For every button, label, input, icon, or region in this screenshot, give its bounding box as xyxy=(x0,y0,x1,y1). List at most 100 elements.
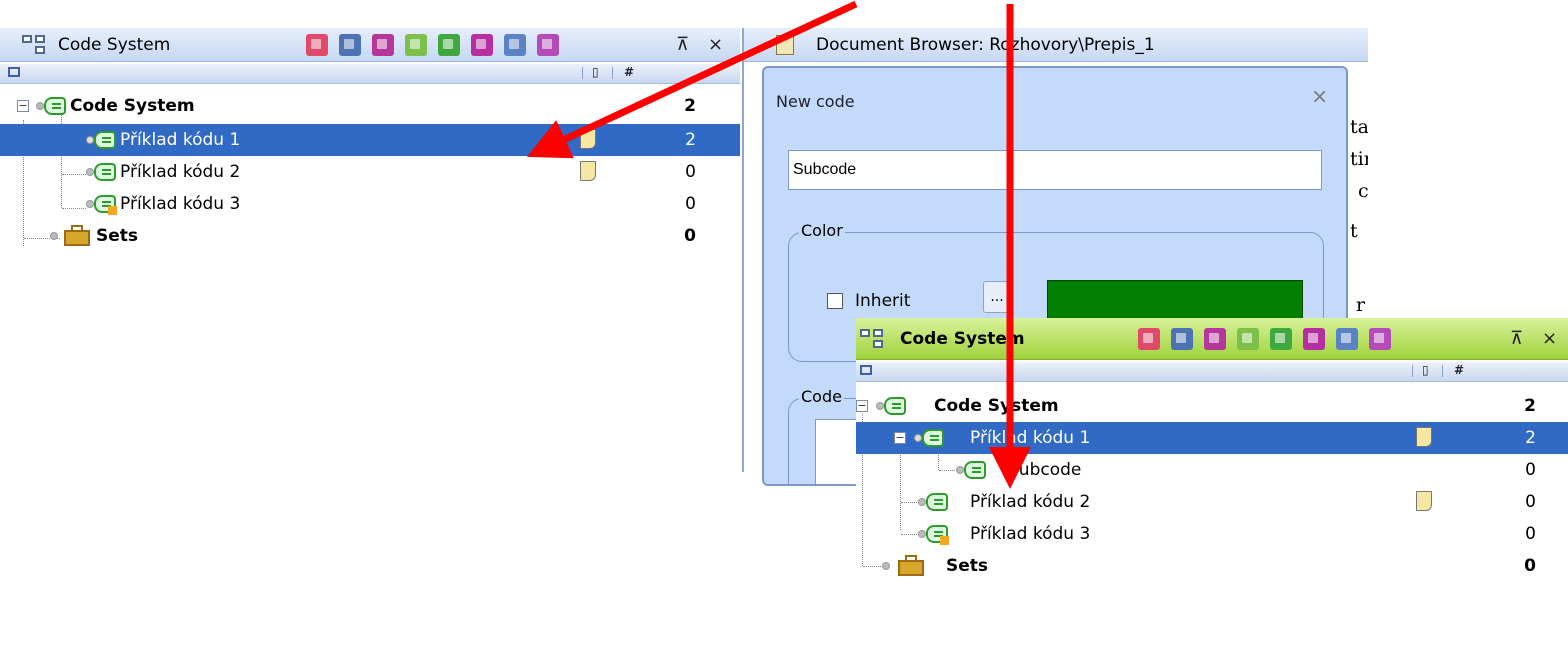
tree-row-code-1[interactable]: Příklad kódu 1 2 xyxy=(0,124,740,156)
code-system-panel-after: Code System ⊼ × ▯ # − Code System 2 − Př… xyxy=(856,318,1568,590)
sets-connector-icon xyxy=(50,225,60,247)
browse-color-button[interactable]: ... xyxy=(983,281,1011,313)
tree-row-label: Příklad kódu 1 xyxy=(120,130,241,150)
code-group-label: Code xyxy=(799,387,844,406)
memo-column-header[interactable]: ▯ xyxy=(592,65,599,79)
inherit-checkbox[interactable] xyxy=(827,293,843,309)
tree-row-count: 0 xyxy=(685,162,696,182)
tree-row-code-2[interactable]: Příklad kódu 2 0 xyxy=(0,156,740,188)
tree-row-sets[interactable]: Sets 0 xyxy=(856,550,1568,582)
tree-row-code-3[interactable]: Příklad kódu 3 0 xyxy=(856,518,1568,550)
pin-button[interactable]: ⊼ xyxy=(676,28,689,61)
tree-row-count: 2 xyxy=(1525,428,1536,448)
tree-row-sets[interactable]: Sets 0 xyxy=(0,220,740,252)
code-system-node-icon xyxy=(36,95,66,117)
column-separator xyxy=(1442,365,1443,377)
filter-icon[interactable] xyxy=(471,33,493,56)
code-node-icon xyxy=(918,523,949,545)
tree-row-code-2[interactable]: Příklad kódu 2 0 xyxy=(856,486,1568,518)
memo-icon[interactable] xyxy=(1416,427,1432,447)
collapse-toggle[interactable]: − xyxy=(17,100,29,112)
color-swatch[interactable] xyxy=(1047,280,1303,320)
code-frequency-icon[interactable] xyxy=(1270,327,1292,350)
count-column-header[interactable]: # xyxy=(1454,363,1464,377)
document-text: t xyxy=(1350,220,1358,242)
import-icon[interactable] xyxy=(372,33,394,56)
code-node-icon xyxy=(956,459,986,481)
tree-row-label: Sets xyxy=(946,556,989,576)
memo-column-header[interactable]: ▯ xyxy=(1422,363,1429,377)
tree-row-label: Příklad kódu 2 xyxy=(120,162,241,182)
tree-row-count: 0 xyxy=(685,194,696,214)
activate-all-icon[interactable] xyxy=(1138,327,1160,350)
tree-row-count: 0 xyxy=(1525,460,1536,480)
dialog-title: New code xyxy=(776,92,855,111)
memo-icon[interactable] xyxy=(580,129,596,149)
document-icon xyxy=(776,34,794,55)
tree-row-count: 0 xyxy=(1525,524,1536,544)
tree-row-label: Příklad kódu 3 xyxy=(120,194,241,214)
pin-button[interactable]: ⊼ xyxy=(1510,318,1523,359)
sets-icon xyxy=(898,554,926,578)
code-system-node-icon xyxy=(876,395,906,417)
search-icon[interactable] xyxy=(1369,327,1391,350)
filter-icon[interactable] xyxy=(1303,327,1325,350)
collapse-toggle[interactable]: − xyxy=(856,400,868,412)
tree-row-code-system[interactable]: − Code System 2 xyxy=(0,90,740,122)
tree-row-count: 0 xyxy=(1525,492,1536,512)
save-icon[interactable] xyxy=(339,33,361,56)
tree-row-code-1[interactable]: − Příklad kódu 1 2 xyxy=(856,422,1568,454)
tree-row-count: 0 xyxy=(684,226,696,246)
code-system-toolbar xyxy=(306,28,570,61)
close-button[interactable]: × xyxy=(1542,318,1557,359)
document-text: c xyxy=(1358,180,1368,202)
dialog-close-button[interactable]: × xyxy=(1311,84,1328,108)
code-system-icon xyxy=(860,328,886,350)
count-column-header[interactable]: # xyxy=(624,65,634,79)
code-node-icon xyxy=(86,193,117,215)
code-node-icon xyxy=(918,491,948,513)
column-separator xyxy=(1412,365,1413,377)
tree-row-code-3[interactable]: Příklad kódu 3 0 xyxy=(0,188,740,220)
activate-all-icon[interactable] xyxy=(306,33,328,56)
new-code-icon[interactable] xyxy=(1237,327,1259,350)
code-node-icon xyxy=(86,129,116,151)
sets-connector-icon xyxy=(882,555,892,577)
tree-row-count: 0 xyxy=(1524,556,1536,576)
export-icon[interactable] xyxy=(504,33,526,56)
document-text: tir xyxy=(1350,148,1368,170)
code-frequency-icon[interactable] xyxy=(438,33,460,56)
document-browser-titlebar: Document Browser: Rozhovory\Prepis_1 xyxy=(744,28,1368,62)
code-system-panel-before: Code System ⊼ × ▯ # − Code System 2 Přík… xyxy=(0,28,740,288)
tree-row-label: Příklad kódu 1 xyxy=(970,428,1091,448)
column-separator xyxy=(582,67,583,79)
panel-title: Code System xyxy=(900,328,1025,349)
tree-row-label: Sets xyxy=(96,226,139,246)
tree-row-count: 2 xyxy=(684,96,696,116)
new-code-icon[interactable] xyxy=(405,33,427,56)
memo-icon[interactable] xyxy=(580,161,596,181)
code-system-titlebar: Code System ⊼ × xyxy=(0,28,740,62)
inherit-label: Inherit xyxy=(855,291,911,311)
tree-row-subcode[interactable]: Subcode 0 xyxy=(856,454,1568,486)
code-node-icon xyxy=(86,161,116,183)
color-group-label: Color xyxy=(799,221,845,240)
tree-row-label: Příklad kódu 3 xyxy=(970,524,1091,544)
tree-row-count: 2 xyxy=(1524,396,1536,416)
memo-icon[interactable] xyxy=(1416,491,1432,511)
code-system-icon xyxy=(22,34,48,56)
tree-icon xyxy=(8,67,20,77)
close-button[interactable]: × xyxy=(708,28,723,61)
import-icon[interactable] xyxy=(1204,327,1226,350)
code-name-input[interactable] xyxy=(788,150,1322,190)
document-browser-title: Document Browser: Rozhovory\Prepis_1 xyxy=(816,34,1155,55)
code-system-titlebar: Code System ⊼ × xyxy=(856,318,1568,360)
tree-row-code-system[interactable]: − Code System 2 xyxy=(856,390,1568,422)
document-text: ta xyxy=(1350,116,1368,138)
code-system-toolbar xyxy=(1138,318,1402,359)
export-icon[interactable] xyxy=(1336,327,1358,350)
search-icon[interactable] xyxy=(537,33,559,56)
tree-row-label: Subcode xyxy=(1008,460,1082,480)
collapse-toggle[interactable]: − xyxy=(894,432,906,444)
save-icon[interactable] xyxy=(1171,327,1193,350)
